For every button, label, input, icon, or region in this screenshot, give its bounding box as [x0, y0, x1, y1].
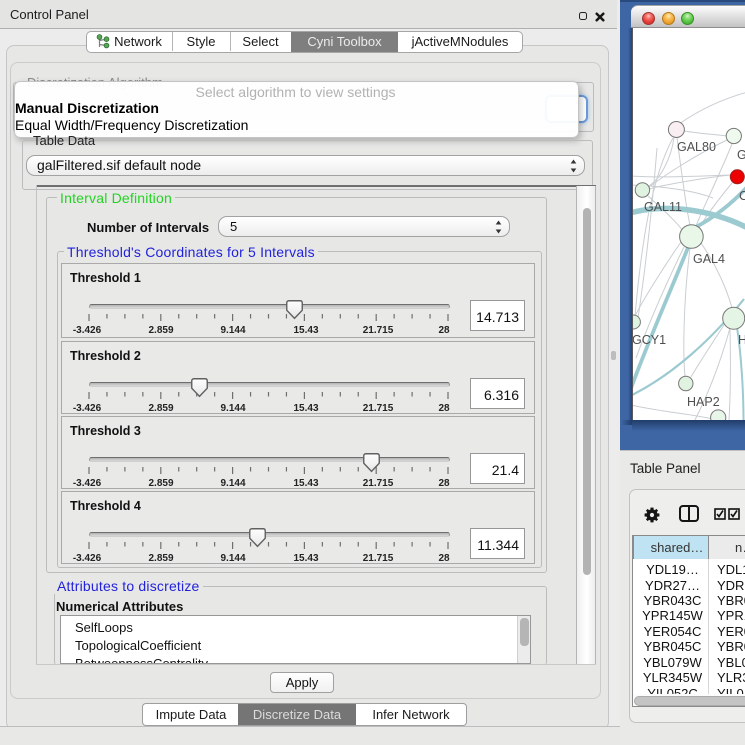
svg-text:G: G — [737, 148, 745, 162]
svg-text:HAP2: HAP2 — [687, 395, 720, 409]
svg-text:C: C — [739, 189, 745, 203]
svg-text:GCY1: GCY1 — [633, 333, 666, 347]
svg-text:GAL11: GAL11 — [644, 200, 682, 214]
svg-text:GAL80: GAL80 — [677, 140, 716, 154]
svg-text:GAL4: GAL4 — [693, 252, 725, 266]
svg-text:H: H — [738, 333, 745, 347]
